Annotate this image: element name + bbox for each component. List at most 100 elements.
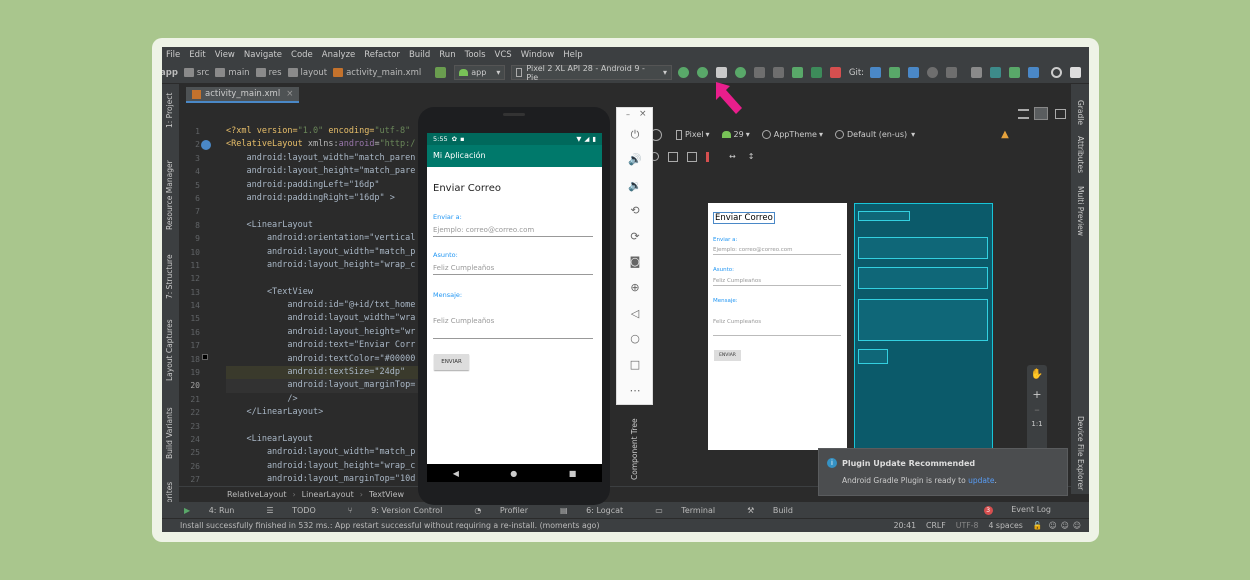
menu-help[interactable]: Help bbox=[563, 50, 582, 60]
editor-tab-activity-main[interactable]: activity_main.xml × bbox=[186, 87, 300, 103]
git-history-icon[interactable] bbox=[927, 67, 938, 78]
run-config-select[interactable]: app ▾ bbox=[454, 65, 506, 80]
recents-nav-icon[interactable]: ■ bbox=[569, 469, 577, 478]
file-encoding[interactable]: UTF-8 bbox=[956, 521, 979, 530]
avd-manager-icon[interactable] bbox=[989, 67, 1001, 78]
preview-send-button[interactable]: ENVIAR bbox=[714, 350, 741, 361]
margin-icon[interactable] bbox=[706, 151, 716, 162]
locale-select[interactable]: Default (en-us) bbox=[847, 130, 907, 139]
color-swatch-icon[interactable] bbox=[202, 354, 208, 360]
profiler-tool-tab[interactable]: ◔ Profiler bbox=[474, 506, 544, 515]
rotate-right-icon[interactable]: ⟳ bbox=[628, 230, 642, 244]
code-view-icon[interactable] bbox=[1018, 109, 1029, 119]
attach-debugger-icon[interactable] bbox=[791, 67, 803, 78]
back-icon[interactable]: ◁ bbox=[628, 307, 642, 321]
menu-vcs[interactable]: VCS bbox=[495, 50, 512, 60]
line-separator[interactable]: CRLF bbox=[926, 521, 946, 530]
plugin-update-notification[interactable]: i Plugin Update Recommended Android Grad… bbox=[818, 448, 1068, 496]
menu-view[interactable]: View bbox=[215, 50, 235, 60]
emulator-screen[interactable]: 5:55 ✿ ▪ ▼ ◢ ▮ Mi Aplicación Enviar Corr… bbox=[427, 133, 602, 464]
constraint-icon[interactable] bbox=[687, 151, 697, 162]
layout-captures-tool-tab[interactable]: Layout Captures bbox=[165, 319, 174, 381]
device-select[interactable]: Pixel 2 XL API 28 - Android 9 - Pie ▾ bbox=[511, 64, 673, 82]
power-icon[interactable]: ⏻ bbox=[628, 128, 642, 142]
resource-manager-tool-tab[interactable]: Resource Manager bbox=[165, 160, 174, 230]
preview-message-input[interactable]: Feliz Cumpleaños bbox=[713, 319, 841, 336]
phone-message-input[interactable]: Feliz Cumpleaños bbox=[433, 317, 593, 339]
preview-subject-input[interactable]: Feliz Cumpleaños bbox=[713, 278, 841, 286]
preview-heading[interactable]: Enviar Correo bbox=[713, 212, 775, 224]
home-nav-icon[interactable]: ● bbox=[510, 469, 517, 478]
build-variants-tool-tab[interactable]: Build Variants bbox=[165, 407, 174, 459]
code-breadcrumb-item[interactable]: LinearLayout bbox=[302, 490, 354, 499]
phone-send-button[interactable]: ENVIAR bbox=[434, 354, 469, 370]
zoom-out-button[interactable]: – bbox=[1027, 403, 1047, 416]
code-editor[interactable]: <?xml version="1.0" encoding="utf-8" <Re… bbox=[226, 125, 426, 485]
code-breadcrumb-item[interactable]: TextView bbox=[369, 490, 404, 499]
menu-analyze[interactable]: Analyze bbox=[322, 50, 356, 60]
lock-icon[interactable]: 🔓 bbox=[1033, 521, 1043, 530]
code-breadcrumb-item[interactable]: RelativeLayout bbox=[227, 490, 286, 499]
attributes-tool-tab[interactable]: Attributes bbox=[1076, 136, 1085, 173]
git-update-icon[interactable] bbox=[870, 67, 882, 78]
pan-hand-icon[interactable]: ✋ bbox=[1027, 369, 1047, 380]
memory-indicator-icon[interactable]: ☺ bbox=[1061, 521, 1069, 530]
breadcrumb-file[interactable]: activity_main.xml bbox=[333, 68, 421, 78]
vertical-resize-icon[interactable]: ↕ bbox=[748, 152, 755, 161]
layout-preview[interactable]: Enviar Correo Enviar a: Ejemplo: correo@… bbox=[708, 203, 847, 450]
device-manager-icon[interactable] bbox=[1027, 67, 1039, 78]
breadcrumb-res[interactable]: res bbox=[255, 68, 282, 78]
camera-icon[interactable]: ◙ bbox=[628, 255, 642, 269]
feedback-icon[interactable]: ☺ bbox=[1073, 521, 1081, 530]
menu-file[interactable]: File bbox=[166, 50, 180, 60]
more-icon[interactable]: ⋯ bbox=[628, 384, 642, 398]
horizontal-resize-icon[interactable]: ↔ bbox=[729, 152, 736, 161]
design-view-icon[interactable] bbox=[1055, 109, 1066, 119]
hammer-icon[interactable] bbox=[435, 67, 447, 78]
status-message[interactable]: Install successfully finished in 532 ms.… bbox=[180, 521, 600, 530]
debug-icon[interactable] bbox=[735, 67, 746, 78]
blueprint-icon[interactable] bbox=[668, 151, 678, 162]
event-log-tool-tab[interactable]: 3 Event Log bbox=[983, 505, 1067, 515]
menu-build[interactable]: Build bbox=[409, 50, 430, 60]
device-file-explorer-tool-tab[interactable]: Device File Explorer bbox=[1076, 416, 1085, 490]
api-level-select[interactable]: 29 bbox=[734, 130, 744, 139]
caret-position[interactable]: 20:41 bbox=[894, 521, 916, 530]
user-avatar-icon[interactable] bbox=[1069, 67, 1081, 78]
zoom-reset-button[interactable]: 1:1 bbox=[1027, 420, 1047, 428]
rotate-left-icon[interactable]: ⟲ bbox=[628, 204, 642, 218]
menu-run[interactable]: Run bbox=[439, 50, 455, 60]
todo-tool-tab[interactable]: ☰ TODO bbox=[266, 506, 331, 515]
git-rollback-icon[interactable] bbox=[946, 67, 957, 78]
preview-to-input[interactable]: Ejemplo: correo@correo.com bbox=[713, 247, 841, 255]
search-icon[interactable] bbox=[1050, 67, 1062, 78]
apply-changes-icon[interactable] bbox=[678, 67, 690, 78]
zoom-icon[interactable]: ⊕ bbox=[628, 281, 642, 295]
run-list-icon[interactable] bbox=[716, 67, 727, 78]
phone-subject-input[interactable]: Feliz Cumpleaños bbox=[433, 264, 593, 275]
breadcrumb-app[interactable]: app bbox=[162, 68, 178, 78]
update-link[interactable]: update bbox=[968, 476, 994, 485]
close-icon[interactable]: × bbox=[639, 109, 647, 119]
zoom-in-button[interactable]: + bbox=[1027, 388, 1047, 401]
git-commit-icon[interactable] bbox=[889, 67, 901, 78]
project-structure-icon[interactable] bbox=[970, 67, 982, 78]
phone-to-input[interactable]: Ejemplo: correo@correo.com bbox=[433, 226, 593, 237]
git-push-icon[interactable] bbox=[908, 67, 920, 78]
back-nav-icon[interactable]: ◀ bbox=[453, 469, 459, 478]
home-icon[interactable]: ○ bbox=[628, 332, 642, 346]
indent-setting[interactable]: 4 spaces bbox=[988, 521, 1022, 530]
gradle-tool-tab[interactable]: Gradle bbox=[1076, 100, 1085, 125]
sdk-manager-icon[interactable] bbox=[1008, 67, 1020, 78]
breadcrumb-main[interactable]: main bbox=[215, 68, 250, 78]
stop-icon[interactable] bbox=[829, 67, 841, 78]
coverage-icon[interactable] bbox=[753, 67, 765, 78]
volume-up-icon[interactable]: 🔊 bbox=[628, 153, 642, 167]
menu-edit[interactable]: Edit bbox=[189, 50, 205, 60]
favorites-tool-tab[interactable]: orites bbox=[165, 482, 174, 503]
apply-code-changes-icon[interactable] bbox=[697, 67, 709, 78]
close-icon[interactable]: × bbox=[286, 89, 293, 99]
menu-refactor[interactable]: Refactor bbox=[364, 50, 400, 60]
menu-window[interactable]: Window bbox=[521, 50, 555, 60]
menu-navigate[interactable]: Navigate bbox=[244, 50, 282, 60]
